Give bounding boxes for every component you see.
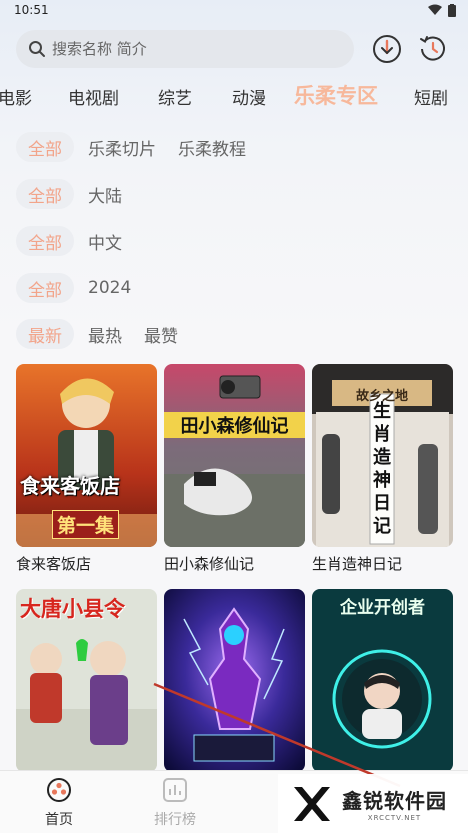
tab-lerou-zone[interactable]: 乐柔专区 [294,80,378,110]
status-bar: 10:51 [0,0,468,22]
poster-image: 故乡之地 生肖造神日记 [312,364,453,547]
sort-chip-newest[interactable]: 最新 [16,319,74,349]
status-icons [428,4,456,17]
poster-episode: 第一集 [52,510,120,539]
filter-option[interactable]: 2024 [88,278,131,298]
filter-option[interactable]: 中文 [88,229,122,254]
watermark: 鑫锐软件园 XRCCTV.NET [278,774,468,833]
tab-home[interactable]: 首页 [19,777,99,829]
category-tabs: 电影 电视剧 综艺 动漫 乐柔专区 短剧 [0,80,468,112]
video-card[interactable]: 食来客饭店 第一集 食来客饭店 [16,364,157,574]
filter-chip-all[interactable]: 全部 [16,226,74,256]
home-icon [47,778,71,802]
battery-icon [448,4,456,17]
tab-variety[interactable]: 综艺 [158,84,192,109]
video-title: 生肖造神日记 [312,555,403,573]
video-card[interactable]: 大唐小县令 [16,589,157,772]
wifi-icon [428,4,442,15]
poster-title: 田小森修仙记 [164,412,305,438]
watermark-sub: XRCCTV.NET [367,814,422,822]
status-time: 10:51 [14,3,49,17]
video-card[interactable]: 故乡之地 生肖造神日记 生肖造神日记 [312,364,453,574]
filter-row-region: 全部 大陆 [16,178,144,210]
download-icon[interactable] [370,32,404,66]
filter-chip-all[interactable]: 全部 [16,132,74,162]
poster-title: 生肖造神日记 [373,401,391,537]
sort-option[interactable]: 最赞 [144,322,178,347]
video-title: 食来客饭店 [16,555,92,573]
filter-option[interactable]: 乐柔切片 [88,135,156,160]
video-title: 田小森修仙记 [164,555,255,573]
poster-image: 食来客饭店 第一集 [16,364,157,547]
tab-label: 首页 [45,812,73,828]
poster-title: 食来客饭店 [20,474,120,498]
tab-short-drama[interactable]: 短剧 [414,84,448,109]
filter-row-language: 全部 中文 [16,225,144,257]
poster-image: 大唐小县令 [16,589,157,772]
watermark-text: 鑫锐软件园 [342,789,447,813]
tab-movie[interactable]: 电影 [0,84,32,109]
watermark-logo [294,786,330,821]
search-bar[interactable] [16,30,354,68]
poster-title: 企业开创者 [340,598,425,618]
filter-option[interactable]: 大陆 [88,182,122,207]
tab-label: 排行榜 [154,812,196,828]
tab-tv-series[interactable]: 电视剧 [68,84,119,109]
filter-chip-all[interactable]: 全部 [16,179,74,209]
history-icon[interactable] [416,32,450,66]
filter-row-year: 全部 2024 [16,272,153,304]
filter-chip-all[interactable]: 全部 [16,273,74,303]
tab-anime[interactable]: 动漫 [232,84,266,109]
search-input[interactable] [52,40,312,58]
filter-option[interactable]: 乐柔教程 [178,135,246,160]
filter-row-type: 全部 乐柔切片 乐柔教程 [16,131,268,163]
video-card[interactable]: 田小森修仙记 田小森修仙记 [164,364,305,574]
poster-title: 大唐小县令 [20,597,125,621]
search-icon [29,41,45,57]
sort-option[interactable]: 最热 [88,322,122,347]
filter-row-sort: 最新 最热 最赞 [16,318,200,350]
poster-image: 田小森修仙记 [164,364,305,547]
